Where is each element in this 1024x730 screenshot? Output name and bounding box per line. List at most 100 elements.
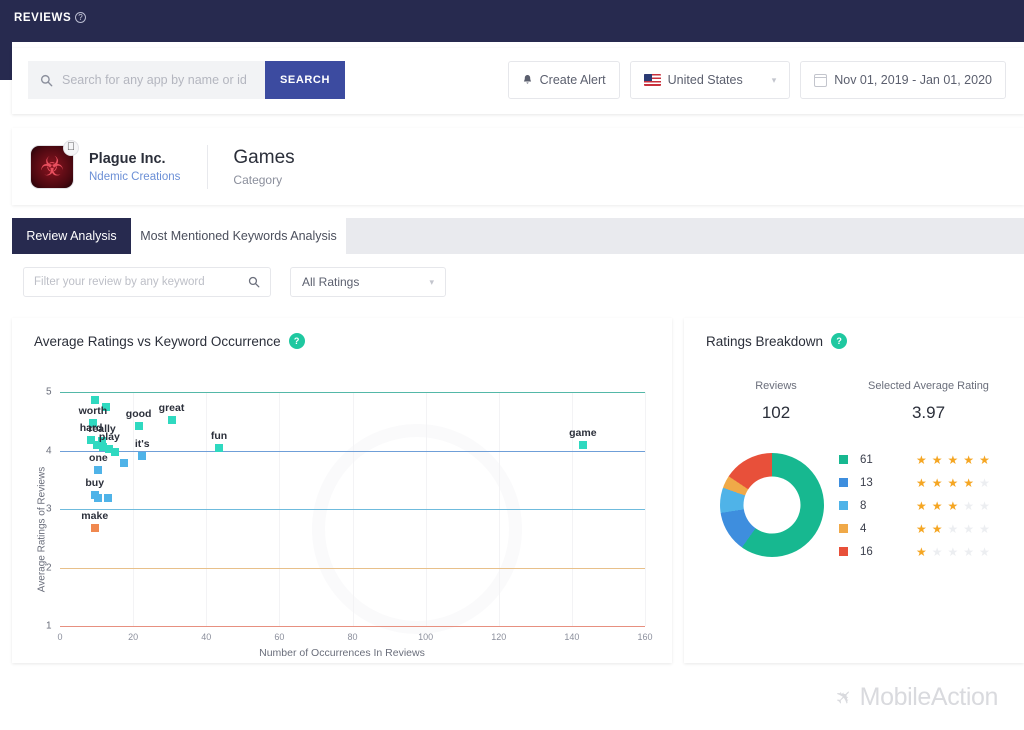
x-gridline [645, 392, 646, 626]
legend-color-swatch [839, 524, 848, 533]
keyword-filter-field[interactable] [23, 267, 271, 297]
app-header-panel: ☣  Plague Inc. Ndemic Creations Games C… [12, 128, 1024, 205]
scatter-point[interactable] [119, 459, 128, 468]
scatter-point-label: good [125, 407, 152, 420]
star-rating: ★ ★ ★ ★ ★ [916, 500, 990, 512]
legend-item[interactable]: 61 ★ ★ ★ ★ ★ [839, 448, 990, 471]
star-icon: ★ [979, 475, 990, 490]
star-icon: ★ [931, 475, 943, 490]
star-icon: ★ [963, 498, 975, 513]
scatter-point[interactable] [93, 494, 102, 503]
help-badge-icon[interactable]: ? [831, 333, 848, 349]
page-root: REVIEWS? SEARCH Create Alert [0, 0, 1024, 730]
question-circle-icon[interactable]: ? [75, 12, 87, 23]
x-axis-label: Number of Occurrences In Reviews [259, 647, 425, 659]
tab-review-analysis[interactable]: Review Analysis [12, 218, 131, 254]
legend-color-swatch [839, 455, 848, 464]
divider [207, 144, 209, 189]
scatter-point[interactable] [578, 440, 587, 449]
country-selector[interactable]: United States ▾ [629, 61, 791, 99]
scatter-point[interactable] [90, 523, 99, 532]
legend-item[interactable]: 13 ★ ★ ★ ★ ★ [839, 471, 990, 494]
legend-item[interactable]: 8 ★ ★ ★ ★ ★ [839, 494, 990, 517]
page-title: REVIEWS? [14, 12, 87, 24]
star-icon: ★ [931, 452, 943, 467]
scatter-point[interactable] [90, 395, 99, 404]
star-rating: ★ ★ ★ ★ ★ [916, 523, 990, 535]
star-icon: ★ [916, 452, 927, 467]
star-icon: ★ [979, 544, 990, 559]
help-badge-icon[interactable]: ? [288, 333, 305, 349]
x-tick-label: 100 [418, 632, 434, 642]
date-range-picker[interactable]: Nov 01, 2019 - Jan 01, 2020 [800, 61, 1006, 99]
star-icon: ★ [963, 521, 975, 536]
ratings-donut-chart[interactable] [720, 453, 824, 557]
star-icon: ★ [931, 521, 943, 536]
search-button[interactable]: SEARCH [265, 61, 345, 99]
star-rating: ★ ★ ★ ★ ★ [916, 546, 990, 558]
search-input[interactable] [62, 73, 252, 87]
filter-row: All Ratings ▾ [12, 254, 1024, 310]
top-navbar: REVIEWS? [0, 0, 1024, 42]
legend-item[interactable]: 4 ★ ★ ★ ★ ★ [839, 517, 990, 540]
scatter-point[interactable] [94, 465, 103, 474]
scatter-card-title-text: Average Ratings vs Keyword Occurrence [34, 333, 281, 349]
category-block: Games Category [233, 147, 294, 187]
keyword-filter-input[interactable] [34, 276, 248, 288]
scatter-point-label: it's [134, 438, 150, 451]
apple-icon:  [63, 139, 79, 156]
legend-count: 4 [860, 522, 867, 535]
y-axis-label: Average Ratings of Reviews [36, 466, 48, 593]
scatter-point-label: one [89, 451, 108, 464]
scatter-point-label: game [569, 426, 597, 439]
y-gridline [60, 392, 645, 393]
ratings-filter-select[interactable]: All Ratings ▾ [290, 267, 446, 297]
scatter-plot[interactable]: Average Ratings of Reviews Number of Occ… [12, 364, 672, 663]
scatter-point[interactable] [134, 421, 143, 430]
app-name: Plague Inc. [89, 150, 166, 167]
scatter-point[interactable] [103, 494, 112, 503]
reviews-stat: Reviews 102 [706, 380, 846, 423]
x-tick-label: 120 [491, 632, 507, 642]
create-alert-button[interactable]: Create Alert [507, 61, 620, 99]
star-icon: ★ [947, 498, 959, 513]
legend-count: 8 [860, 499, 867, 512]
app-name-block: Plague Inc. Ndemic Creations [89, 151, 180, 183]
star-icon: ★ [947, 521, 959, 536]
star-icon: ★ [979, 452, 990, 467]
app-developer-link[interactable]: Ndemic Creations [89, 171, 180, 183]
x-tick-label: 0 [57, 632, 63, 642]
scatter-point[interactable] [110, 448, 119, 457]
star-icon: ★ [916, 521, 927, 536]
star-icon: ★ [979, 521, 990, 536]
star-icon: ★ [916, 498, 927, 513]
scatter-point[interactable] [138, 452, 147, 461]
scatter-point-label: play [98, 431, 120, 444]
scatter-point-label: great [158, 402, 185, 415]
star-icon: ★ [979, 498, 990, 513]
scatter-point[interactable] [215, 443, 224, 452]
legend-color-swatch [839, 547, 848, 556]
category-name: Games [233, 146, 295, 168]
search-panel: SEARCH Create Alert United States ▾ Nov … [12, 48, 1024, 114]
country-label: United States [667, 73, 743, 87]
star-icon: ★ [931, 498, 943, 513]
biohazard-icon: ☣ [39, 151, 65, 181]
app-search-group: SEARCH [28, 61, 345, 99]
scatter-card-title: Average Ratings vs Keyword Occurrence ? [34, 333, 305, 349]
y-gridline [60, 450, 645, 452]
search-field[interactable] [28, 61, 265, 99]
average-rating-label: Selected Average Rating [868, 380, 989, 392]
star-icon: ★ [947, 544, 959, 559]
scatter-point[interactable] [167, 416, 176, 425]
ratings-breakdown-card: Ratings Breakdown ? Reviews 102 Selected… [684, 318, 1024, 663]
legend-item[interactable]: 16 ★ ★ ★ ★ ★ [839, 540, 990, 563]
star-icon: ★ [931, 544, 943, 559]
donut-hole [743, 476, 801, 534]
watermark-text: MobileAction [859, 683, 999, 711]
sidebar-rail [0, 42, 12, 80]
star-icon: ★ [916, 475, 927, 490]
scatter-point-label: make [81, 509, 109, 522]
tab-most-mentioned-keywords-analysis[interactable]: Most Mentioned Keywords Analysis [131, 218, 346, 254]
search-icon[interactable] [248, 276, 260, 288]
